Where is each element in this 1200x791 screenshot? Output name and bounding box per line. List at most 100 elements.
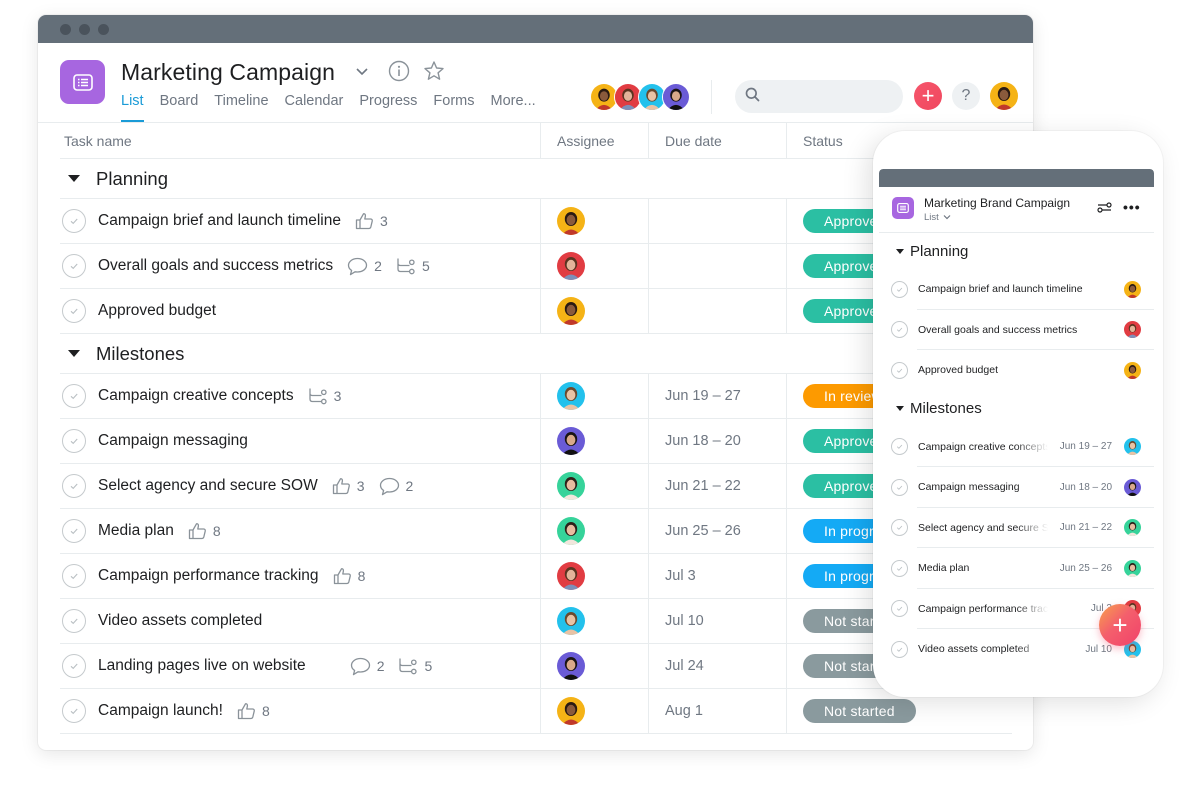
column-header-due-date[interactable]: Due date bbox=[649, 123, 787, 158]
table-row[interactable]: Campaign launch! 8 Aug 1 Not started bbox=[60, 689, 1012, 734]
subtask-count[interactable]: 5 bbox=[396, 257, 430, 275]
task-name-cell[interactable]: Approved budget bbox=[60, 289, 541, 333]
search-input[interactable] bbox=[766, 89, 896, 104]
complete-checkbox[interactable] bbox=[891, 640, 908, 658]
project-members[interactable] bbox=[590, 83, 690, 111]
due-date-cell[interactable]: Jul 24 bbox=[649, 644, 787, 688]
mobile-view-switcher[interactable]: List bbox=[924, 212, 951, 223]
complete-checkbox[interactable] bbox=[62, 474, 86, 498]
member-avatar[interactable] bbox=[662, 83, 690, 111]
mobile-assignee-avatar[interactable] bbox=[1124, 361, 1141, 379]
table-row[interactable]: Media plan 8 Jun 25 – 26 In progress bbox=[60, 509, 1012, 554]
subtask-count[interactable]: 3 bbox=[308, 387, 341, 405]
complete-checkbox[interactable] bbox=[62, 564, 86, 588]
complete-checkbox[interactable] bbox=[62, 429, 86, 453]
like-count[interactable]: 8 bbox=[237, 702, 270, 720]
mobile-assignee-avatar[interactable] bbox=[1124, 519, 1141, 537]
assignee-cell[interactable] bbox=[541, 689, 649, 733]
tab-list[interactable]: List bbox=[121, 93, 144, 122]
mobile-task-name[interactable]: Select agency and secure SOW bbox=[918, 522, 1048, 534]
like-count[interactable]: 8 bbox=[188, 522, 221, 540]
task-name[interactable]: Media plan bbox=[98, 522, 174, 540]
table-row[interactable]: Approved budget Approved bbox=[60, 289, 1012, 334]
task-name[interactable]: Campaign performance tracking bbox=[98, 567, 319, 585]
column-header-task-name[interactable]: Task name bbox=[60, 123, 541, 158]
task-name[interactable]: Select agency and secure SOW bbox=[98, 477, 318, 495]
section-header[interactable]: Planning bbox=[60, 159, 1012, 199]
assignee-cell[interactable] bbox=[541, 464, 649, 508]
complete-checkbox[interactable] bbox=[891, 559, 908, 577]
task-name[interactable]: Approved budget bbox=[98, 302, 216, 320]
mobile-task-name[interactable]: Campaign brief and launch timeline bbox=[918, 283, 1118, 295]
assignee-cell[interactable] bbox=[541, 554, 649, 598]
task-name-cell[interactable]: Landing pages live on website 2 5 bbox=[60, 644, 541, 688]
mobile-task-name[interactable]: Overall goals and success metrics bbox=[918, 324, 1118, 336]
task-name[interactable]: Campaign brief and launch timeline bbox=[98, 212, 341, 230]
assignee-avatar[interactable] bbox=[557, 517, 585, 545]
assignee-avatar[interactable] bbox=[557, 472, 585, 500]
mobile-assignee-avatar[interactable] bbox=[1124, 280, 1141, 298]
task-name-cell[interactable]: Video assets completed bbox=[60, 599, 541, 643]
column-header-assignee[interactable]: Assignee bbox=[541, 123, 649, 158]
like-count[interactable]: 8 bbox=[333, 567, 365, 585]
complete-checkbox[interactable] bbox=[891, 519, 908, 537]
section-header[interactable]: Milestones bbox=[60, 334, 1012, 374]
assignee-avatar[interactable] bbox=[557, 652, 585, 680]
current-user-avatar[interactable] bbox=[990, 82, 1018, 110]
mobile-task-name[interactable]: Campaign creative concepts bbox=[918, 441, 1048, 453]
assignee-cell[interactable] bbox=[541, 199, 649, 243]
help-button[interactable]: ? bbox=[952, 82, 980, 110]
assignee-cell[interactable] bbox=[541, 509, 649, 553]
table-row[interactable]: Overall goals and success metrics 2 5 Appr… bbox=[60, 244, 1012, 289]
comment-count[interactable]: 2 bbox=[347, 257, 382, 276]
due-date-cell[interactable] bbox=[649, 199, 787, 243]
complete-checkbox[interactable] bbox=[891, 361, 908, 379]
mobile-task-name[interactable]: Campaign messaging bbox=[918, 481, 1048, 493]
mobile-task-name[interactable]: Campaign performance tracking bbox=[918, 603, 1048, 615]
due-date-cell[interactable]: Jun 21 – 22 bbox=[649, 464, 787, 508]
table-row[interactable]: Campaign brief and launch timeline 3 Appr… bbox=[60, 199, 1012, 244]
assignee-cell[interactable] bbox=[541, 289, 649, 333]
status-badge[interactable]: Not started bbox=[803, 699, 916, 723]
task-name-cell[interactable]: Campaign performance tracking 8 bbox=[60, 554, 541, 598]
table-row[interactable]: Select agency and secure SOW 3 2 Jun 21 – … bbox=[60, 464, 1012, 509]
table-row[interactable]: Landing pages live on website 2 5 Jul 24 N… bbox=[60, 644, 1012, 689]
assignee-avatar[interactable] bbox=[557, 382, 585, 410]
assignee-cell[interactable] bbox=[541, 244, 649, 288]
assignee-avatar[interactable] bbox=[557, 562, 585, 590]
task-name[interactable]: Campaign creative concepts bbox=[98, 387, 294, 405]
due-date-cell[interactable]: Jun 19 – 27 bbox=[649, 374, 787, 418]
task-name-cell[interactable]: Campaign messaging bbox=[60, 419, 541, 463]
task-name[interactable]: Landing pages live on website bbox=[98, 657, 306, 675]
star-icon[interactable] bbox=[423, 60, 445, 87]
table-row[interactable]: Video assets completed Jul 10 Not starte… bbox=[60, 599, 1012, 644]
mobile-task-name[interactable]: Approved budget bbox=[918, 364, 1118, 376]
task-name-cell[interactable]: Select agency and secure SOW 3 2 bbox=[60, 464, 541, 508]
mobile-assignee-avatar[interactable] bbox=[1124, 559, 1141, 577]
tab-progress[interactable]: Progress bbox=[359, 93, 417, 120]
assignee-avatar[interactable] bbox=[557, 607, 585, 635]
mobile-assignee-avatar[interactable] bbox=[1124, 438, 1141, 456]
mobile-assignee-avatar[interactable] bbox=[1124, 478, 1141, 496]
mobile-task-row[interactable]: Campaign messaging Jun 18 – 20 bbox=[879, 467, 1154, 508]
mobile-assignee-avatar[interactable] bbox=[1124, 321, 1141, 339]
more-options-icon[interactable]: ••• bbox=[1123, 199, 1141, 215]
complete-checkbox[interactable] bbox=[891, 280, 908, 298]
complete-checkbox[interactable] bbox=[62, 209, 86, 233]
assignee-cell[interactable] bbox=[541, 599, 649, 643]
mobile-task-row[interactable]: Approved budget bbox=[879, 350, 1154, 391]
task-name[interactable]: Overall goals and success metrics bbox=[98, 257, 333, 275]
mobile-section-header[interactable]: Milestones bbox=[879, 391, 1154, 427]
complete-checkbox[interactable] bbox=[62, 609, 86, 633]
mobile-task-row[interactable]: Select agency and secure SOW Jun 21 – 22 bbox=[879, 508, 1154, 549]
complete-checkbox[interactable] bbox=[62, 654, 86, 678]
caret-down-icon[interactable] bbox=[68, 350, 80, 357]
mobile-task-row[interactable]: Media plan Jun 25 – 26 bbox=[879, 548, 1154, 589]
assignee-avatar[interactable] bbox=[557, 252, 585, 280]
task-name-cell[interactable]: Campaign creative concepts 3 bbox=[60, 374, 541, 418]
table-row[interactable]: Campaign creative concepts 3 Jun 19 – 27 … bbox=[60, 374, 1012, 419]
tab-forms[interactable]: Forms bbox=[433, 93, 474, 120]
task-name[interactable]: Campaign launch! bbox=[98, 702, 223, 720]
assignee-avatar[interactable] bbox=[557, 427, 585, 455]
complete-checkbox[interactable] bbox=[62, 519, 86, 543]
